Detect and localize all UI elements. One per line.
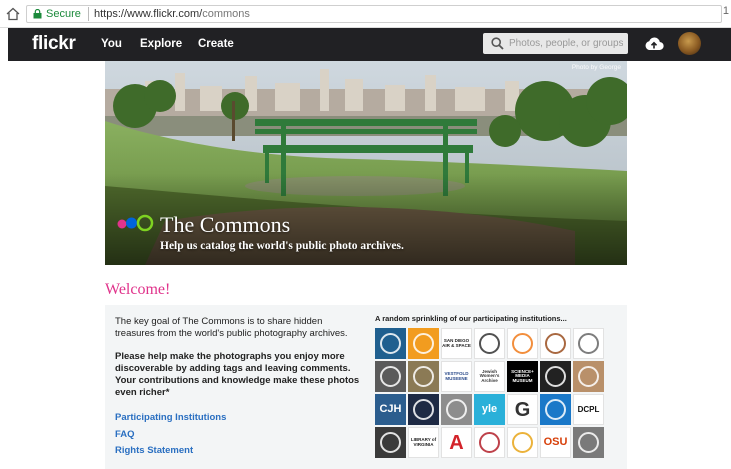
- search-box: [483, 33, 628, 54]
- tile-sunflower[interactable]: [507, 427, 538, 458]
- tile-san-diego-air[interactable]: SAN DIEGO AIR & SPACE: [441, 328, 472, 359]
- tile-dark-stripes[interactable]: [540, 361, 571, 392]
- tile-sepia-portrait[interactable]: [573, 361, 604, 392]
- tile-star-logo[interactable]: [375, 328, 406, 359]
- url-host: https://www.flickr.com/: [94, 8, 203, 20]
- tile-emblem: [380, 333, 401, 354]
- search-icon[interactable]: [491, 37, 504, 50]
- tile-label: SAN DIEGO AIR & SPACE: [442, 338, 471, 348]
- tile-label: G: [514, 398, 531, 421]
- hero-subtitle: Help us catalog the world's public photo…: [160, 240, 404, 252]
- url-path: commons: [202, 8, 250, 20]
- lock-icon: [33, 9, 42, 19]
- tile-emblem: [545, 399, 566, 420]
- tile-building-photo[interactable]: [441, 394, 472, 425]
- tile-emblem: [479, 432, 500, 453]
- tile-jewish-womens-archive[interactable]: Jewish Women's Archive: [474, 361, 505, 392]
- tile-orange-seal[interactable]: [408, 328, 439, 359]
- welcome-heading: Welcome!: [105, 281, 171, 298]
- tile-label: DCPL: [577, 404, 600, 414]
- tile-emblem: [512, 432, 533, 453]
- flickr-logo[interactable]: flickr: [32, 33, 76, 55]
- photo-credit[interactable]: Photo by George: [572, 64, 621, 71]
- tile-state-library[interactable]: [474, 328, 505, 359]
- overflow-number: 1: [722, 5, 729, 17]
- flickr-navbar: flickr You Explore Create: [8, 28, 731, 61]
- commons-info-panel: The key goal of The Commons is to share …: [105, 305, 627, 469]
- tile-emblem: [413, 399, 434, 420]
- tile-label: VESTFOLD MUSEENE: [444, 371, 469, 381]
- tile-emblem: [413, 366, 434, 387]
- tile-emblem: [545, 366, 566, 387]
- participating-institutions-link[interactable]: Participating Institutions: [115, 412, 226, 423]
- tile-emblem: [380, 366, 401, 387]
- nav-explore[interactable]: Explore: [140, 38, 182, 50]
- tile-emblem: [380, 432, 401, 453]
- institutions-heading: A random sprinkling of our participating…: [375, 314, 567, 323]
- tile-street-photo[interactable]: [573, 427, 604, 458]
- avatar[interactable]: [678, 32, 701, 55]
- tile-red-a[interactable]: A: [441, 427, 472, 458]
- url-text: https://www.flickr.com/commons: [94, 6, 250, 22]
- tile-orange-flower[interactable]: [507, 328, 538, 359]
- tile-emblem: [545, 333, 566, 354]
- tile-dcpl[interactable]: DCPL: [573, 394, 604, 425]
- tile-emblem: [578, 432, 599, 453]
- intro-text: The key goal of The Commons is to share …: [115, 316, 348, 339]
- tile-emblem: [479, 333, 500, 354]
- tile-vestfold[interactable]: VESTFOLD MUSEENE: [441, 361, 472, 392]
- hero-banner: Photo by George The Commons Help us cata…: [105, 61, 627, 265]
- tile-blue-grid[interactable]: [540, 394, 571, 425]
- tile-emblem: [578, 366, 599, 387]
- home-icon[interactable]: [6, 7, 20, 21]
- tile-emblem: [512, 333, 533, 354]
- faq-link[interactable]: FAQ: [115, 429, 135, 440]
- commons-dots-logo: [117, 214, 154, 232]
- tile-g-logo[interactable]: G: [507, 394, 538, 425]
- tile-osu[interactable]: OSU: [540, 427, 571, 458]
- tile-old-photo-1[interactable]: [375, 361, 406, 392]
- tile-building-sketch[interactable]: [573, 328, 604, 359]
- tile-emblem: [446, 399, 467, 420]
- tile-label: OSU: [543, 436, 568, 448]
- tile-science-media-museum[interactable]: SCIENCE+ MEDIA MUSEUM: [507, 361, 538, 392]
- rights-statement-link[interactable]: Rights Statement: [115, 445, 193, 456]
- tile-round-seal[interactable]: [540, 328, 571, 359]
- url-separator: [88, 7, 89, 21]
- search-input[interactable]: [509, 35, 623, 51]
- tile-library-virginia[interactable]: LIBRARY of VIRGINIA: [408, 427, 439, 458]
- tile-label: Jewish Women's Archive: [479, 368, 500, 383]
- tile-old-photo-2[interactable]: [408, 361, 439, 392]
- tile-label: CJH: [379, 403, 402, 415]
- tile-label: A: [449, 431, 464, 454]
- nav-create[interactable]: Create: [198, 38, 234, 50]
- tile-label: LIBRARY of VIRGINIA: [410, 437, 437, 447]
- tile-yle[interactable]: yle: [474, 394, 505, 425]
- tile-dark-photo[interactable]: [408, 394, 439, 425]
- upload-cloud-icon[interactable]: [644, 36, 664, 52]
- tile-label: yle: [481, 403, 498, 415]
- tile-label: SCIENCE+ MEDIA MUSEUM: [511, 368, 534, 383]
- tile-red-seal[interactable]: [474, 427, 505, 458]
- tile-cjh[interactable]: CJH: [375, 394, 406, 425]
- help-paragraph: Please help make the photographs you enj…: [115, 351, 360, 398]
- secure-label: Secure: [46, 8, 81, 20]
- browser-address-bar: Secure https://www.flickr.com/commons 1: [0, 0, 731, 28]
- tile-emblem: [413, 333, 434, 354]
- tile-emblem: [578, 333, 599, 354]
- url-field[interactable]: Secure https://www.flickr.com/commons: [26, 5, 722, 23]
- hero-title: The Commons: [160, 212, 291, 237]
- tile-tower-photo[interactable]: [375, 427, 406, 458]
- nav-you[interactable]: You: [101, 38, 122, 50]
